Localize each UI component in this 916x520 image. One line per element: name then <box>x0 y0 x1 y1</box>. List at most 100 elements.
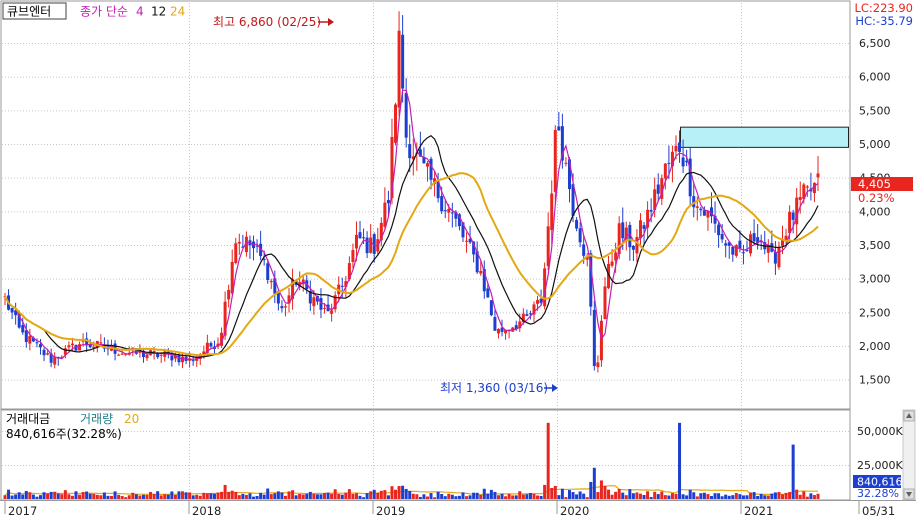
volume-bar <box>479 494 483 499</box>
price-tick-label: 5,000 <box>859 138 891 151</box>
volume-bar <box>191 495 195 499</box>
candle-body <box>425 163 429 167</box>
volume-bar <box>184 492 188 499</box>
volume-bar <box>454 496 458 499</box>
volume-bar <box>521 494 525 499</box>
candle-body <box>731 246 735 255</box>
candle-body <box>550 193 554 230</box>
volume-bar <box>344 492 348 499</box>
volume-bar <box>795 489 799 499</box>
volume-bar <box>92 493 96 499</box>
candle-body <box>592 309 596 366</box>
volume-bar <box>802 491 806 499</box>
candle-body <box>603 286 607 319</box>
candle-body <box>234 243 238 263</box>
volume-bar <box>607 489 611 499</box>
volume-bar <box>734 493 738 499</box>
candle-body <box>383 202 387 227</box>
candle-body <box>596 362 600 368</box>
candle-body <box>621 222 625 239</box>
volume-bar <box>81 492 85 499</box>
volume-bar <box>287 491 291 499</box>
candle-body <box>401 34 405 89</box>
candle-body <box>582 244 586 256</box>
candle-body <box>724 243 728 246</box>
volume-bar <box>628 489 632 499</box>
current-volume-pct: 32.28% <box>857 487 899 500</box>
volume-bar <box>599 480 603 499</box>
indicator-label: 종가 단순 <box>80 5 128 19</box>
volume-bar <box>514 495 518 499</box>
volume-bar <box>564 497 568 499</box>
candle-body <box>720 233 724 240</box>
volume-bar <box>496 495 500 499</box>
volume-bar <box>63 490 67 499</box>
volume-bar <box>770 493 774 499</box>
volume-bar <box>678 422 682 499</box>
volume-bar <box>273 493 277 499</box>
price-tick-label: 2,000 <box>859 340 891 353</box>
volume-bar <box>106 495 110 499</box>
volume-bar <box>727 495 731 499</box>
volume-bar <box>788 492 792 499</box>
volume-bar <box>21 494 25 499</box>
price-tick-label: 6,500 <box>859 37 891 50</box>
volume-scrollbar[interactable] <box>902 409 916 501</box>
volume-bar <box>450 494 454 499</box>
volume-bar <box>166 494 170 499</box>
candle-body <box>70 343 74 346</box>
volume-bar <box>784 492 788 499</box>
volume-bar <box>244 494 248 499</box>
candle-body <box>266 263 270 281</box>
volume-bar <box>685 495 689 499</box>
volume-bar <box>440 493 444 499</box>
candle-body <box>649 210 653 212</box>
volume-bar <box>656 494 660 499</box>
volume-bar <box>482 488 486 499</box>
volume-bar <box>131 492 135 499</box>
volume-bar <box>354 493 358 499</box>
volume-bar <box>163 494 167 499</box>
volume-bar <box>507 493 511 499</box>
candle-body <box>447 208 451 213</box>
candle-body <box>699 208 703 211</box>
time-tick-label: 2017 <box>8 504 37 518</box>
candle-body <box>330 310 334 314</box>
volume-tick-label: 25,000K <box>857 459 903 472</box>
volume-bar <box>333 489 337 499</box>
volume-bar <box>113 491 117 499</box>
time-axis-strip <box>0 500 916 520</box>
volume-bar <box>404 488 408 499</box>
volume-bar <box>489 489 493 499</box>
volume-bar <box>394 489 398 499</box>
volume-bar <box>259 492 263 499</box>
volume-bar <box>670 493 674 499</box>
candle-body <box>816 173 820 178</box>
candle-body <box>486 288 490 298</box>
volume-bar <box>518 491 522 499</box>
candle-body <box>429 158 433 180</box>
candle-body <box>663 163 667 179</box>
volume-bar <box>67 494 71 499</box>
volume-bar <box>649 497 653 499</box>
candle-body <box>397 30 401 108</box>
volume-bar <box>638 493 642 499</box>
volume-bar <box>457 495 461 499</box>
volume-bar <box>575 494 579 499</box>
candle-body <box>394 104 398 143</box>
volume-bar <box>567 490 571 499</box>
volume-bar <box>294 495 298 499</box>
volume-bar <box>88 493 92 499</box>
candle-body <box>805 186 809 188</box>
candle-body <box>170 355 174 361</box>
volume-bar <box>301 494 305 499</box>
volume-bar <box>312 493 316 499</box>
volume-bar <box>447 493 451 499</box>
volume-bar <box>717 493 721 499</box>
volume-bar <box>266 488 270 499</box>
candle-body <box>638 220 642 239</box>
volume-bar <box>347 489 351 499</box>
volume-bar <box>248 493 252 499</box>
candle-body <box>496 328 500 334</box>
volume-bar <box>42 492 46 499</box>
